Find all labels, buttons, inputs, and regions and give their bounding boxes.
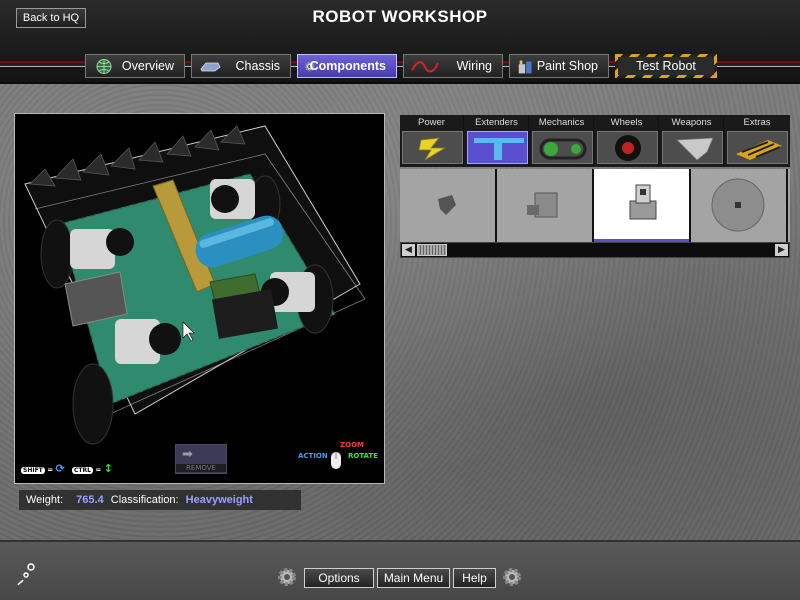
globe-icon (96, 59, 112, 74)
page-title: ROBOT WORKSHOP (312, 7, 488, 26)
tab-test-robot[interactable]: Test Robot (615, 54, 717, 78)
category-extenders[interactable]: Extenders (465, 115, 529, 167)
tab-chassis[interactable]: Chassis (191, 54, 291, 78)
component-item-servo-mount[interactable] (594, 169, 689, 242)
gear-mount-part-icon (527, 192, 558, 218)
component-scrollbar[interactable]: ◀ ▶ (400, 242, 790, 258)
category-weapons[interactable]: Weapons (660, 115, 724, 167)
servo-mount-part-icon (629, 184, 657, 220)
tab-label: Components (309, 59, 386, 73)
bracket-part-icon (438, 195, 456, 215)
mouse-controls-legend: ZOOM ACTION ROTATE (298, 441, 378, 475)
tab-label: Test Robot (636, 59, 696, 73)
hint-bubble-icon (17, 563, 35, 586)
component-item-partial[interactable] (788, 169, 790, 242)
rotate-label: ROTATE (347, 452, 378, 460)
chain-sprocket-icon (539, 138, 587, 160)
category-power[interactable]: Power (400, 115, 464, 167)
gear-left-icon (278, 568, 296, 586)
gear-right-icon (503, 568, 521, 586)
hazard-plate-icon (736, 140, 782, 160)
scroll-right-arrow-icon[interactable]: ▶ (775, 244, 788, 256)
shift-key-label: SHIFT (21, 467, 45, 474)
mouse-icon (331, 452, 341, 469)
component-items-strip (400, 169, 790, 242)
round-plate-part-icon (711, 178, 765, 232)
main-menu-button[interactable]: Main Menu (377, 568, 450, 588)
category-label: Power (418, 117, 445, 128)
workshop-tabs: Overview Chassis Components Wiring Paint… (0, 54, 800, 78)
robot-3d-viewport[interactable]: SHIFT = ⟳ CTRL = ↕ ➡ REMOVE ZOOM ACTION … (14, 113, 385, 484)
zoom-label: ZOOM (340, 441, 364, 449)
vertical-arrow-icon: ↕ (103, 462, 113, 475)
category-label: Mechanics (538, 117, 585, 128)
weight-label: Weight: (26, 494, 64, 506)
category-wheels[interactable]: Wheels (595, 115, 659, 167)
tab-label: Chassis (235, 59, 280, 73)
help-button[interactable]: Help (453, 568, 496, 588)
component-item-gear-mount[interactable] (497, 169, 592, 242)
component-item-bracket[interactable] (400, 169, 495, 242)
category-label: Extras (743, 117, 771, 128)
tab-label: Overview (121, 59, 174, 73)
scroll-thumb[interactable] (417, 244, 447, 256)
classification-value: Heavyweight (185, 494, 253, 506)
remove-button[interactable]: ➡ REMOVE (175, 444, 227, 474)
tab-components[interactable]: Components (297, 54, 397, 78)
options-button[interactable]: Options (304, 568, 374, 588)
header-bar: Back to HQ ROBOT WORKSHOP Overview Chass… (0, 0, 800, 84)
tab-wiring[interactable]: Wiring (403, 54, 503, 78)
category-extras[interactable]: Extras (725, 115, 789, 167)
component-category-tabs: Power Extenders Mechanics Wheels Weapons… (400, 115, 790, 167)
category-mechanics[interactable]: Mechanics (530, 115, 594, 167)
extender-bar-icon (474, 138, 524, 160)
ctrl-key-label: CTRL (72, 467, 93, 474)
category-label: Extenders (475, 117, 518, 128)
paint-can-icon (518, 60, 532, 74)
tab-label: Paint Shop (536, 59, 598, 73)
robot-stats-bar: Weight: 765.4 Classification: Heavyweigh… (19, 490, 301, 510)
component-item-round-plate[interactable] (691, 169, 786, 242)
weight-value: 765.4 (76, 494, 104, 506)
ctrl-move-hint: CTRL = ↕ (72, 462, 113, 475)
category-label: Weapons (671, 117, 712, 128)
classification-label: Classification: (110, 494, 179, 506)
blade-icon (676, 137, 714, 161)
rotate-arrow-icon: ⟳ (55, 462, 65, 475)
tab-overview[interactable]: Overview (85, 54, 185, 78)
category-label: Wheels (610, 117, 643, 128)
lightning-icon (418, 137, 447, 161)
remove-label: REMOVE (176, 464, 226, 472)
wheel-icon (615, 135, 641, 161)
remove-arrow-icon: ➡ (182, 447, 193, 462)
scroll-left-arrow-icon[interactable]: ◀ (402, 244, 415, 256)
chassis-icon (200, 62, 221, 72)
tab-label: Wiring (456, 59, 492, 73)
wire-icon (411, 61, 439, 73)
action-label: ACTION (298, 452, 328, 460)
shift-rotate-hint: SHIFT = ⟳ (21, 462, 65, 475)
robot-render[interactable] (15, 114, 384, 483)
tab-paint-shop[interactable]: Paint Shop (509, 54, 609, 78)
